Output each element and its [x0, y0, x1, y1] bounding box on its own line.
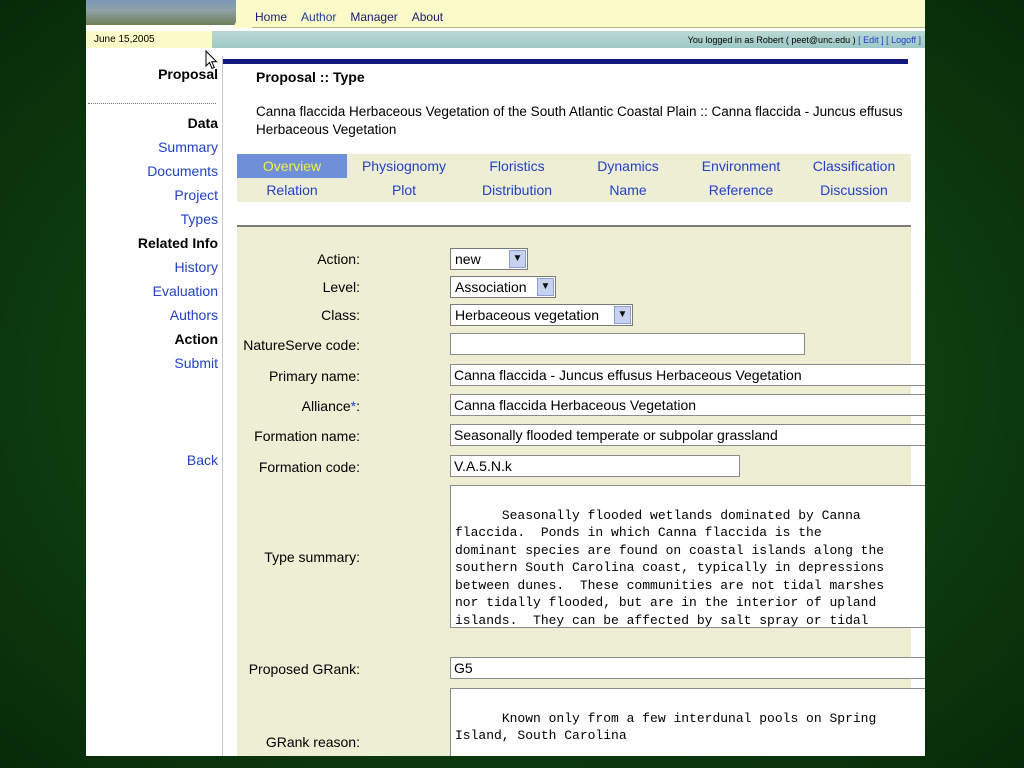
sidebar-item-evaluation[interactable]: Evaluation	[86, 283, 218, 307]
level-select[interactable]: Association ▼	[450, 276, 556, 298]
tab-overview[interactable]: Overview	[237, 154, 347, 178]
dropdown-arrow-icon[interactable]: ▼	[509, 250, 526, 268]
class-select-value: Herbaceous vegetation	[455, 307, 599, 323]
login-status-text: You logged in as Robert ( peet@unc.edu )	[687, 35, 859, 45]
header-logo-image	[86, 0, 236, 25]
type-summary-label: Type summary:	[264, 549, 360, 565]
page-subtitle: Canna flaccida Herbaceous Vegetation of …	[256, 104, 903, 137]
sidebar-proposal-heading: Proposal	[158, 66, 218, 82]
proposed-grank-label: Proposed GRank:	[248, 661, 360, 677]
sidebar-item-history[interactable]: History	[86, 259, 218, 283]
alliance-label: Alliance*:	[302, 398, 360, 414]
type-summary-textarea[interactable]: Seasonally flooded wetlands dominated by…	[450, 485, 925, 628]
primary-name-field[interactable]: Canna flaccida - Juncus effusus Herbaceo…	[450, 364, 925, 386]
sidebar: Proposal Data Summary Documents Project …	[86, 66, 218, 468]
action-select[interactable]: new ▼	[450, 248, 528, 270]
class-select[interactable]: Herbaceous vegetation ▼	[450, 304, 633, 326]
alliance-label-colon: :	[356, 398, 360, 414]
tab-floristics[interactable]: Floristics	[462, 154, 572, 178]
tab-name[interactable]: Name	[573, 178, 683, 202]
tab-reference[interactable]: Reference	[686, 178, 796, 202]
header-rule	[223, 59, 908, 64]
natureserve-code-label: NatureServe code:	[243, 337, 360, 353]
nav-manager[interactable]: Manager	[350, 10, 397, 24]
nav-slant	[230, 0, 252, 28]
formation-name-label: Formation name:	[254, 428, 360, 444]
nav-author[interactable]: Author	[301, 10, 336, 24]
logoff-link[interactable]: [ Logoff ]	[886, 35, 921, 45]
browser-frame: Home Author Manager About June 15,2005 Y…	[86, 0, 925, 756]
sidebar-item-authors[interactable]: Authors	[86, 307, 218, 331]
sidebar-divider	[222, 56, 223, 756]
tab-distribution[interactable]: Distribution	[462, 178, 572, 202]
tab-discussion[interactable]: Discussion	[799, 178, 909, 202]
tab-bar: Overview Physiognomy Floristics Dynamics…	[237, 154, 911, 202]
sidebar-item-submit[interactable]: Submit	[86, 355, 218, 379]
tab-dynamics[interactable]: Dynamics	[573, 154, 683, 178]
grank-reason-text: Known only from a few interdunal pools o…	[455, 710, 877, 744]
primary-name-label: Primary name:	[268, 368, 360, 384]
tab-classification[interactable]: Classification	[799, 154, 909, 178]
grank-reason-textarea[interactable]: Known only from a few interdunal pools o…	[450, 688, 925, 756]
sidebar-item-summary[interactable]: Summary	[86, 139, 218, 163]
top-nav-bar: Home Author Manager About	[230, 0, 925, 28]
formation-name-field[interactable]: Seasonally flooded temperate or subpolar…	[450, 424, 925, 446]
level-select-value: Association	[455, 279, 527, 295]
tab-plot[interactable]: Plot	[349, 178, 459, 202]
back-link[interactable]: Back	[86, 452, 218, 468]
grank-reason-label: GRank reason:	[265, 734, 360, 750]
sidebar-related-heading: Related Info	[137, 235, 218, 251]
formation-code-field[interactable]: V.A.5.N.k	[450, 455, 740, 477]
page-title: Proposal :: Type	[256, 69, 365, 85]
sidebar-item-documents[interactable]: Documents	[86, 163, 218, 187]
alliance-label-text: Alliance	[301, 398, 351, 414]
login-status-bar: You logged in as Robert ( peet@unc.edu )…	[212, 31, 925, 48]
level-label: Level:	[322, 279, 360, 295]
sidebar-item-types[interactable]: Types	[86, 211, 218, 235]
action-label: Action:	[317, 251, 360, 267]
mouse-cursor-icon	[205, 50, 218, 70]
date-display: June 15,2005	[86, 31, 224, 48]
natureserve-code-field[interactable]	[450, 333, 805, 355]
type-summary-text: Seasonally flooded wetlands dominated by…	[455, 507, 885, 628]
sidebar-data-heading: Data	[187, 115, 218, 131]
nav-about[interactable]: About	[412, 10, 443, 24]
dropdown-arrow-icon[interactable]: ▼	[537, 278, 554, 296]
nav-home[interactable]: Home	[255, 10, 287, 24]
formation-code-label: Formation code:	[258, 459, 360, 475]
sidebar-action-heading: Action	[174, 331, 218, 347]
form-labels: Action: Level: Class: NatureServe code: …	[237, 227, 360, 756]
dropdown-arrow-icon[interactable]: ▼	[614, 306, 631, 324]
tab-environment[interactable]: Environment	[686, 154, 796, 178]
top-nav: Home Author Manager About	[255, 10, 443, 24]
sidebar-dotted-divider	[88, 103, 216, 104]
action-select-value: new	[455, 251, 481, 267]
type-form: Action: Level: Class: NatureServe code: …	[237, 227, 925, 756]
proposed-grank-field[interactable]: G5	[450, 657, 925, 679]
class-label: Class:	[321, 307, 360, 323]
tab-relation[interactable]: Relation	[237, 178, 347, 202]
tab-physiognomy[interactable]: Physiognomy	[349, 154, 459, 178]
edit-account-link[interactable]: [ Edit ]	[858, 35, 884, 45]
alliance-field[interactable]: Canna flaccida Herbaceous Vegetation	[450, 394, 925, 416]
sidebar-item-project[interactable]: Project	[86, 187, 218, 211]
